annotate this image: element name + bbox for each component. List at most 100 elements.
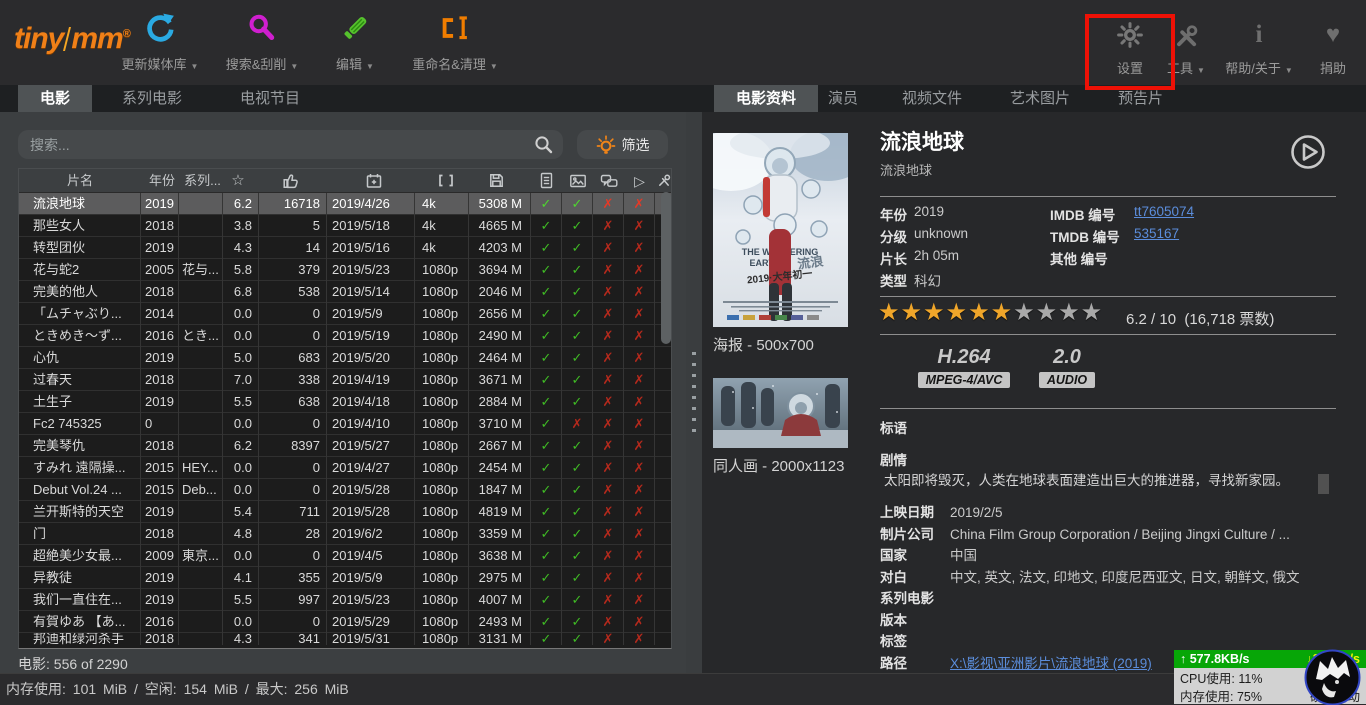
table-row[interactable]: 转型团伙 2019 4.3 14 2019/5/16 4k 4203 M ✓ ✓… xyxy=(19,237,671,259)
tmdb-id-link[interactable]: 535167 xyxy=(1134,226,1179,241)
table-row[interactable]: ときめき〜ず... 2016 とき... 0.0 0 2019/5/19 108… xyxy=(19,325,671,347)
cell-votes: 0 xyxy=(259,479,327,501)
cell-votes: 0 xyxy=(259,413,327,435)
avatar[interactable] xyxy=(1304,649,1361,705)
donate-button[interactable]: ♥ 捐助 xyxy=(1320,10,1346,77)
update-library-button[interactable]: 更新媒体库▼ xyxy=(122,10,199,73)
cell-date-added: 2019/5/29 xyxy=(327,611,415,633)
cell-nfo-flag: ✓ xyxy=(531,457,562,479)
table-row[interactable]: 有賀ゆあ 【あ... 2016 0.0 0 2019/5/29 1080p 24… xyxy=(19,611,671,633)
settings-button[interactable]: 设置 xyxy=(1117,10,1143,77)
cell-trailer-flag: ✗ xyxy=(624,259,655,281)
help-about-button[interactable]: i 帮助/关于▼ xyxy=(1225,10,1293,77)
cell-trailer-flag: ✗ xyxy=(624,391,655,413)
cell-file-size: 2975 M xyxy=(469,567,531,589)
pane-splitter[interactable] xyxy=(686,112,702,673)
table-row[interactable]: 超絶美少女最... 2009 東京... 0.0 0 2019/4/5 1080… xyxy=(19,545,671,567)
cell-nfo-flag: ✓ xyxy=(531,611,562,633)
tab-movies[interactable]: 电影 xyxy=(18,85,92,112)
trailer-play-icon: ▷ xyxy=(624,169,655,193)
cell-series: とき... xyxy=(179,325,223,347)
cell-series xyxy=(179,303,223,325)
tab-cast[interactable]: 演员 xyxy=(806,85,880,112)
table-row[interactable]: 「ムチャぶり... 2014 0.0 0 2019/5/9 1080p 2656… xyxy=(19,303,671,325)
tab-artwork[interactable]: 艺术图片 xyxy=(988,85,1092,112)
table-row[interactable]: 异教徒 2019 4.1 355 2019/5/9 1080p 2975 M ✓… xyxy=(19,567,671,589)
detail-label: 系列电影 xyxy=(880,588,950,610)
table-row[interactable]: 那些女人 2018 3.8 5 2019/5/18 4k 4665 M ✓ ✓ … xyxy=(19,215,671,237)
cell-year: 2019 xyxy=(141,347,179,369)
cell-images-flag: ✓ xyxy=(562,523,593,545)
dropdown-arrow-icon: ▼ xyxy=(490,62,498,71)
table-row[interactable]: 过春天 2018 7.0 338 2019/4/19 1080p 3671 M … xyxy=(19,369,671,391)
tab-movie-info[interactable]: 电影资料 xyxy=(714,85,818,112)
tab-movie-sets[interactable]: 系列电影 xyxy=(100,85,204,112)
cell-trailer-flag: ✗ xyxy=(624,413,655,435)
cell-nfo-flag: ✓ xyxy=(531,303,562,325)
table-row[interactable]: Fc2 745325 0 0.0 0 2019/4/10 1080p 3710 … xyxy=(19,413,671,435)
rename-cleanup-button[interactable]: 重命名&清理▼ xyxy=(412,10,498,73)
cell-votes: 5 xyxy=(259,215,327,237)
cell-resolution: 1080p xyxy=(415,523,469,545)
table-scrollbar-thumb[interactable] xyxy=(661,192,671,344)
cell-votes: 0 xyxy=(259,325,327,347)
play-movie-button[interactable] xyxy=(1290,134,1326,170)
cell-trailer-flag: ✗ xyxy=(624,435,655,457)
cell-subtitles-flag: ✗ xyxy=(593,457,624,479)
table-row[interactable]: 兰开斯特的天空 2019 5.4 711 2019/5/28 1080p 481… xyxy=(19,501,671,523)
table-row[interactable]: 土生子 2019 5.5 638 2019/4/18 1080p 2884 M … xyxy=(19,391,671,413)
table-row[interactable]: 心仇 2019 5.0 683 2019/5/20 1080p 2464 M ✓… xyxy=(19,347,671,369)
cell-subtitles-flag: ✗ xyxy=(593,479,624,501)
search-input[interactable] xyxy=(18,130,563,159)
cell-subtitles-flag: ✗ xyxy=(593,611,624,633)
cell-date-added: 2019/5/27 xyxy=(327,435,415,457)
path-link[interactable]: X:\影视\亚洲影片\流浪地球 (2019) xyxy=(950,653,1152,675)
plot-scrollbar-thumb[interactable] xyxy=(1318,474,1329,494)
tools-button[interactable]: 工具▼ xyxy=(1167,10,1205,77)
video-codec-badge: H.264 MPEG-4/AVC xyxy=(914,346,1014,389)
fanart-caption: 同人画 - 2000x1123 xyxy=(713,455,844,476)
tab-trailer[interactable]: 预告片 xyxy=(1096,85,1185,112)
tab-tv-shows[interactable]: 电视节目 xyxy=(218,85,322,112)
cell-title: 有賀ゆあ 【あ... xyxy=(19,611,141,633)
dropdown-arrow-icon: ▼ xyxy=(191,62,199,71)
plot-label: 剧情 xyxy=(880,449,907,469)
movie-fanart[interactable] xyxy=(713,378,848,448)
cell-spacer xyxy=(655,523,672,545)
movie-detail-panel: THE WANDERING EARTH 流浪 2019·大年初一 海报 - 50… xyxy=(702,112,1366,673)
cell-resolution: 1080p xyxy=(415,325,469,347)
detail-value: China Film Group Corporation / Beijing J… xyxy=(950,524,1290,546)
cell-year: 2015 xyxy=(141,457,179,479)
table-row[interactable]: Debut Vol.24 ... 2015 Deb... 0.0 0 2019/… xyxy=(19,479,671,501)
cell-resolution: 1080p xyxy=(415,259,469,281)
table-row[interactable]: 邦迪和绿河杀手 2018 4.3 341 2019/5/31 1080p 313… xyxy=(19,633,671,645)
cell-title: 完美的他人 xyxy=(19,281,141,303)
gear-icon xyxy=(1117,20,1143,50)
cell-images-flag: ✓ xyxy=(562,215,593,237)
certification-label: 分级 xyxy=(880,226,907,246)
cell-nfo-flag: ✓ xyxy=(531,523,562,545)
cell-date-added: 2019/5/31 xyxy=(327,633,415,645)
memory-usage: 内存使用: 75% xyxy=(1180,686,1262,705)
cell-rating: 4.1 xyxy=(223,567,259,589)
movie-poster[interactable]: THE WANDERING EARTH 流浪 2019·大年初一 xyxy=(713,133,848,327)
cell-nfo-flag: ✓ xyxy=(531,259,562,281)
table-row[interactable]: 门 2018 4.8 28 2019/6/2 1080p 3359 M ✓ ✓ … xyxy=(19,523,671,545)
cell-spacer xyxy=(655,545,672,567)
edit-button[interactable]: 编辑▼ xyxy=(336,10,374,73)
movie-table-header[interactable]: 片名 年份 系列... ☆ xyxy=(19,169,671,193)
search-scrape-button[interactable]: 搜索&刮削▼ xyxy=(226,10,299,73)
table-row[interactable]: 流浪地球 2019 6.2 16718 2019/4/26 4k 5308 M … xyxy=(19,193,671,215)
table-row[interactable]: 我们一直住在... 2019 5.5 997 2019/5/23 1080p 4… xyxy=(19,589,671,611)
table-row[interactable]: すみれ 遠隔操... 2015 HEY... 0.0 0 2019/4/27 1… xyxy=(19,457,671,479)
table-row[interactable]: 完美琴仇 2018 6.2 8397 2019/5/27 1080p 2667 … xyxy=(19,435,671,457)
filter-button[interactable]: 筛选 xyxy=(577,130,668,159)
table-row[interactable]: 花与蛇2 2005 花与... 5.8 379 2019/5/23 1080p … xyxy=(19,259,671,281)
cell-images-flag: ✗ xyxy=(562,413,593,435)
cell-votes: 355 xyxy=(259,567,327,589)
table-row[interactable]: 完美的他人 2018 6.8 538 2019/5/14 1080p 2046 … xyxy=(19,281,671,303)
cell-resolution: 1080p xyxy=(415,413,469,435)
imdb-id-link[interactable]: tt7605074 xyxy=(1134,204,1194,219)
refresh-icon xyxy=(122,10,199,46)
tab-media-files[interactable]: 视频文件 xyxy=(880,85,984,112)
